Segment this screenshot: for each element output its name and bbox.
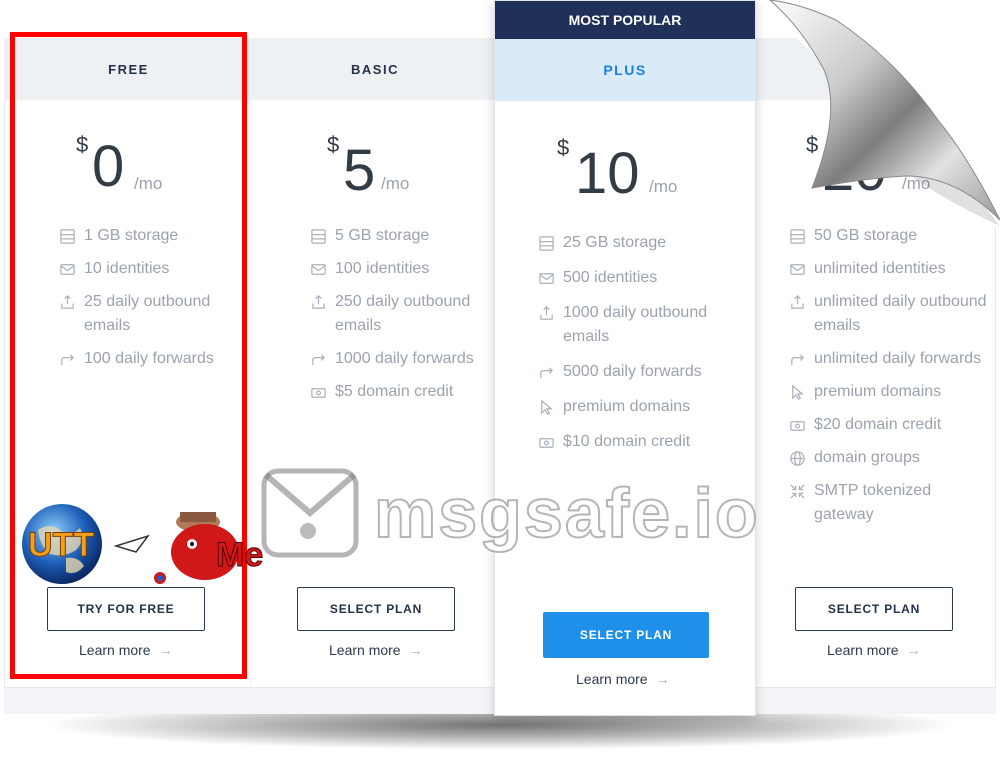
feature-text: 5000 daily forwards xyxy=(563,363,702,380)
feature-text: domain groups xyxy=(814,449,920,466)
feature-item: 1000 daily outbound emails xyxy=(537,301,737,349)
utt-me-logo: UTT Me xyxy=(22,504,264,584)
plan-card-plus: MOST POPULAR PLUS $ 10 /mo 25 GB storage… xyxy=(494,0,756,716)
feature-list: 50 GB storage unlimited identities unlimit… xyxy=(788,224,988,536)
feature-item: premium domains xyxy=(537,395,737,419)
feature-item: $5 domain credit xyxy=(309,380,497,404)
feature-item: 5 GB storage xyxy=(309,224,497,248)
currency-symbol: $ xyxy=(327,132,340,157)
credit-icon xyxy=(309,383,327,401)
forward-icon xyxy=(537,363,555,381)
learn-more-link[interactable]: Learn more → xyxy=(576,671,670,687)
learn-more-link[interactable]: Learn more → xyxy=(827,642,921,658)
plan-price: $ 10 /mo xyxy=(495,135,755,235)
feature-text: $5 domain credit xyxy=(335,383,454,400)
storage-icon xyxy=(309,227,327,245)
select-plan-button[interactable]: SELECT PLAN xyxy=(795,587,953,631)
feature-text: 5 GB storage xyxy=(335,227,430,244)
feature-item: $10 domain credit xyxy=(537,430,737,454)
globe-icon xyxy=(788,449,806,467)
outbound-icon xyxy=(788,293,806,311)
feature-item: $20 domain credit xyxy=(788,413,988,437)
page-curl xyxy=(756,0,1000,230)
feature-text: 100 identities xyxy=(335,260,430,277)
feature-text: premium domains xyxy=(814,383,942,400)
learn-more-label: Learn more xyxy=(329,642,401,658)
cursor-icon xyxy=(788,383,806,401)
feature-text: 500 identities xyxy=(563,269,658,286)
plan-price: $ 5 /mo xyxy=(251,130,499,230)
feature-text: 1000 daily outbound emails xyxy=(563,304,708,345)
feature-text: 25 GB storage xyxy=(563,234,667,251)
most-popular-banner: MOST POPULAR xyxy=(495,1,755,39)
feature-text: SMTP tokenized gateway xyxy=(814,482,932,523)
forward-icon xyxy=(309,350,327,368)
feature-item: domain groups xyxy=(788,446,988,470)
plan-card-basic: BASIC $ 5 /mo 5 GB storage 100 identities… xyxy=(250,38,499,688)
feature-item: 5000 daily forwards xyxy=(537,360,737,384)
feature-item: unlimited identities xyxy=(788,257,988,281)
feature-item: unlimited daily forwards xyxy=(788,347,988,371)
arrow-right-icon: → xyxy=(906,642,921,658)
plan-name: BASIC xyxy=(251,38,499,100)
price-amount: 10 xyxy=(575,141,640,206)
feature-item: premium domains xyxy=(788,380,988,404)
feature-text: $20 domain credit xyxy=(814,416,942,433)
credit-icon xyxy=(537,433,555,451)
mail-icon xyxy=(537,269,555,287)
feature-item: unlimited daily outbound emails xyxy=(788,290,988,338)
price-amount: 5 xyxy=(343,138,376,203)
pricing-page: FREE $ 0 /mo 1 GB storage 10 identities 25… xyxy=(0,0,1000,773)
feature-list: 5 GB storage 100 identities 250 daily outb… xyxy=(309,224,497,413)
arrow-right-icon: → xyxy=(408,642,423,658)
mail-icon xyxy=(788,260,806,278)
me-logo-text: Me xyxy=(216,536,263,574)
feature-text: $10 domain credit xyxy=(563,433,691,450)
token-icon xyxy=(788,482,806,500)
feature-text: unlimited daily forwards xyxy=(814,350,982,367)
price-period: /mo xyxy=(649,177,678,196)
feature-item: 250 daily outbound emails xyxy=(309,290,497,338)
feature-item: 500 identities xyxy=(537,266,737,290)
mail-icon xyxy=(309,260,327,278)
feature-text: 250 daily outbound emails xyxy=(335,293,471,334)
utt-logo-text: UTT xyxy=(28,526,94,564)
feature-text: 1000 daily forwards xyxy=(335,350,474,367)
cursor-icon xyxy=(537,398,555,416)
feature-item: 1000 daily forwards xyxy=(309,347,497,371)
forward-icon xyxy=(788,350,806,368)
arrow-right-icon: → xyxy=(655,671,670,687)
feature-item: 100 identities xyxy=(309,257,497,281)
currency-symbol: $ xyxy=(557,135,570,160)
storage-icon xyxy=(537,234,555,252)
feature-text: unlimited identities xyxy=(814,260,946,277)
feature-text: premium domains xyxy=(563,398,691,415)
learn-more-label: Learn more xyxy=(827,642,899,658)
feature-list: 25 GB storage 500 identities 1000 daily ou… xyxy=(537,231,737,465)
feature-text: unlimited daily outbound emails xyxy=(814,293,987,334)
price-period: /mo xyxy=(381,174,410,193)
learn-more-label: Learn more xyxy=(576,671,648,687)
feature-item: SMTP tokenized gateway xyxy=(788,479,988,527)
credit-icon xyxy=(788,416,806,434)
select-plan-button[interactable]: SELECT PLAN xyxy=(297,587,455,631)
feature-item: 25 GB storage xyxy=(537,231,737,255)
learn-more-link[interactable]: Learn more → xyxy=(329,642,423,658)
outbound-icon xyxy=(537,304,555,322)
select-plan-button[interactable]: SELECT PLAN xyxy=(543,612,709,658)
outbound-icon xyxy=(309,293,327,311)
plan-name: PLUS xyxy=(495,39,755,101)
